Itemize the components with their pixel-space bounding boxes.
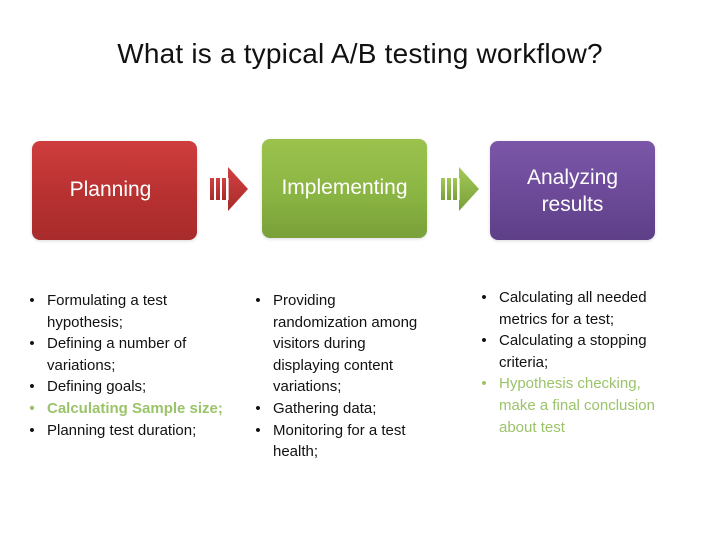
list-item: • Monitoring for a test health;: [253, 420, 433, 463]
list-item-text: Calculating Sample size;: [47, 399, 223, 417]
list-item-text: Calculating a stopping criteria;: [499, 332, 647, 371]
bullet-icon: •: [481, 332, 487, 350]
list-item-text: Hypothesis checking, make a final conclu…: [499, 375, 655, 436]
implementing-tasks-list: • Providing randomization among visitors…: [253, 290, 433, 463]
striped-right-arrow-icon: [210, 167, 248, 211]
list-item-text: Monitoring for a test health;: [273, 421, 406, 461]
planning-tasks-list: • Formulating a test hypothesis; • Defin…: [27, 290, 227, 441]
list-item-text: Gathering data;: [273, 399, 377, 417]
list-item: • Defining goals;: [27, 376, 227, 398]
analyzing-results-tasks-list: • Calculating all needed metrics for a t…: [479, 287, 669, 438]
list-item-text: Defining a number of variations;: [47, 335, 187, 374]
list-item-text: Planning test duration;: [47, 421, 197, 439]
striped-right-arrow-icon: [441, 167, 479, 211]
bullet-icon: •: [481, 289, 487, 306]
bullet-icon: •: [29, 421, 35, 439]
bullet-icon: •: [255, 399, 261, 417]
list-item: • Calculating a stopping criteria;: [479, 330, 669, 373]
step-box-implementing: Implementing: [262, 139, 427, 238]
bullet-icon: •: [29, 292, 35, 309]
list-item-text: Providing randomization among visitors d…: [273, 292, 418, 396]
step-box-analyzing-results: Analyzing results: [490, 141, 655, 240]
slide-title: What is a typical A/B testing workflow?: [117, 38, 603, 69]
list-item: • Defining a number of variations;: [27, 333, 227, 376]
list-item: • Calculating all needed metrics for a t…: [479, 287, 669, 330]
list-item: • Planning test duration;: [27, 420, 227, 442]
bullet-icon: •: [29, 335, 35, 353]
step-label-planning: Planning: [69, 178, 152, 201]
step-box-planning: Planning: [32, 141, 197, 240]
list-item: • Gathering data;: [253, 398, 433, 420]
bullet-icon: •: [255, 292, 261, 309]
step-label-implementing: Implementing: [281, 176, 408, 199]
list-item-text: Defining goals;: [47, 378, 147, 396]
bullet-icon: •: [255, 421, 261, 439]
list-item-highlighted: • Calculating Sample size;: [27, 398, 227, 420]
bullet-icon: •: [29, 378, 35, 396]
list-item-text: Calculating all needed metrics for a tes…: [499, 289, 647, 328]
list-item: • Providing randomization among visitors…: [253, 290, 433, 398]
bullet-icon: •: [29, 399, 35, 417]
list-item-text: Formulating a test hypothesis;: [47, 292, 168, 331]
list-item-highlighted: • Hypothesis checking, make a final conc…: [479, 373, 669, 438]
step-label-analyzing-results: Analyzing results: [526, 165, 619, 216]
bullet-icon: •: [481, 375, 487, 393]
list-item: • Formulating a test hypothesis;: [27, 290, 227, 333]
